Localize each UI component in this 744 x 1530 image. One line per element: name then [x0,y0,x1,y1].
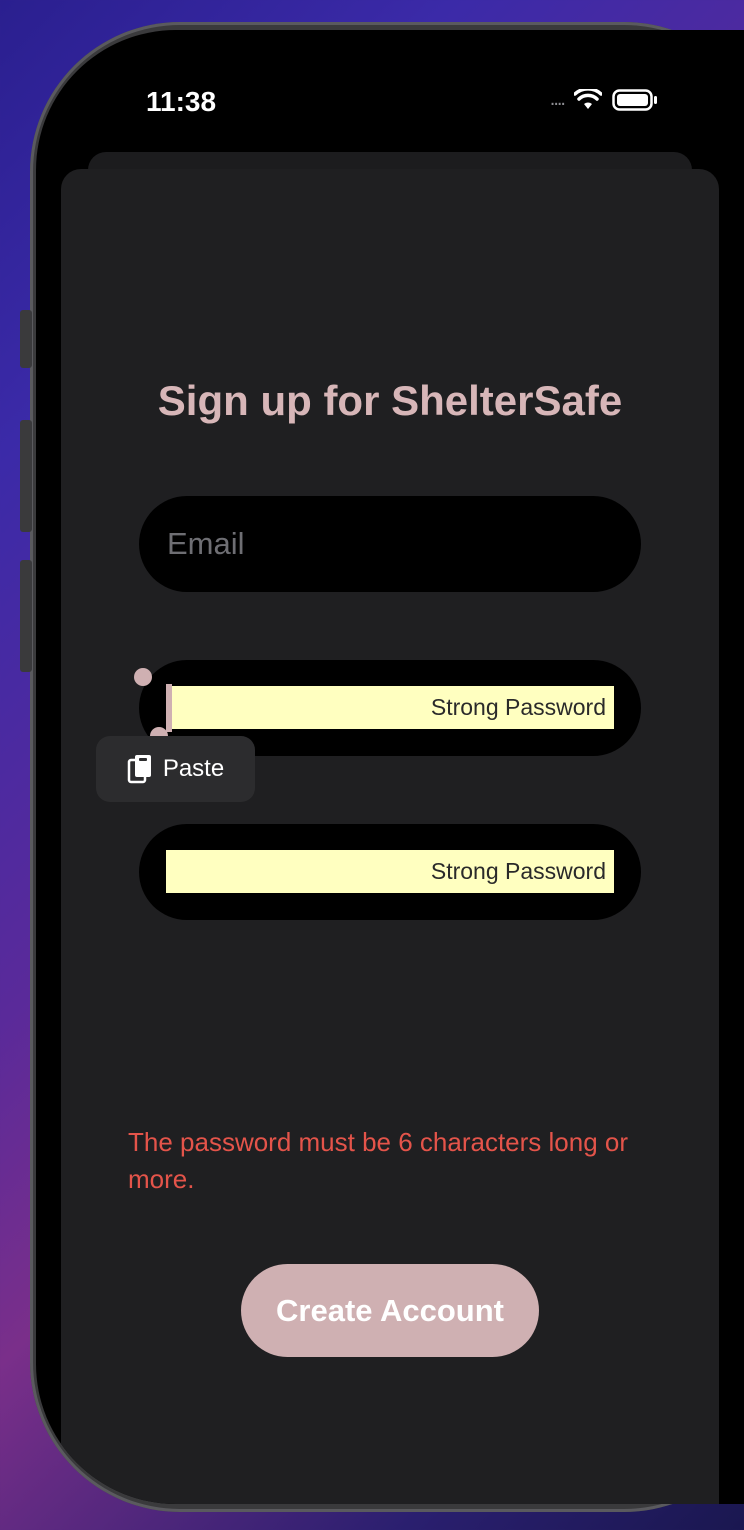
text-cursor [166,684,172,732]
email-field[interactable]: Email [139,496,641,592]
side-button-volume-up [20,420,32,532]
password-autofill[interactable]: Strong Password [166,686,614,729]
create-account-button[interactable]: Create Account [241,1264,539,1357]
page-title: Sign up for ShelterSafe [157,377,623,424]
screen: 11:38 .... Sign up for ShelterSafe Email… [36,30,744,1504]
email-placeholder: Email [167,526,245,561]
signup-sheet: Sign up for ShelterSafe Email Strong Pas… [61,169,719,1504]
signal-indicator: .... [549,88,566,110]
selection-handle-start[interactable] [134,668,152,686]
status-time: 11:38 [146,86,217,117]
side-button-volume-down [20,560,32,672]
confirm-password-autofill[interactable]: Strong Password [166,850,614,893]
paste-menu[interactable]: Paste [96,736,255,802]
clipboard-icon [127,755,151,784]
paste-label: Paste [162,755,225,782]
confirm-password-field[interactable]: Strong Password [139,824,641,920]
wifi-icon [574,88,602,109]
password-autofill-label: Strong Password [430,694,606,720]
side-button-mute [20,310,32,368]
password-error-message: The password must be 6 characters long o… [128,1127,629,1194]
battery-icon [612,88,657,111]
confirm-password-autofill-label: Strong Password [430,858,606,884]
status-icons: .... [550,88,658,111]
